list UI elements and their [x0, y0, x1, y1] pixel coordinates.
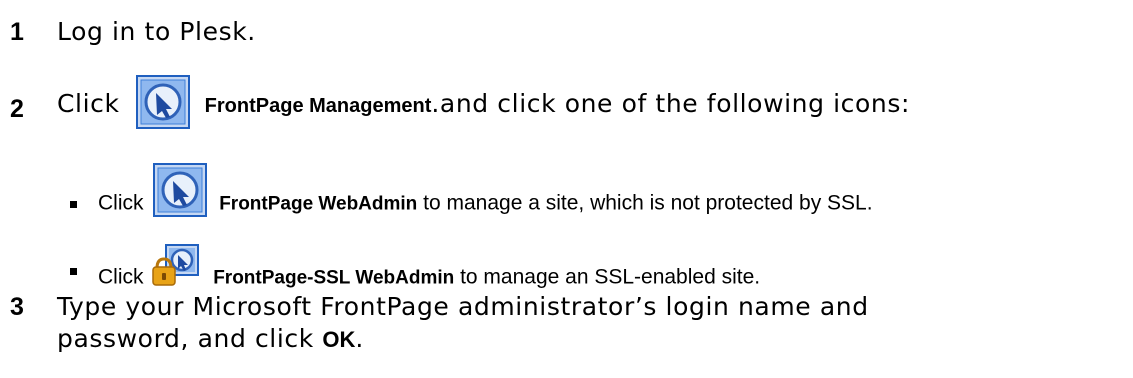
step-2: 2 Click FrontPage Management.and click o…: [0, 75, 1133, 138]
substep-a-suffix: to manage a site, which is not protected…: [417, 191, 873, 215]
step-2-suffix: .and click one of the following icons:: [431, 89, 911, 118]
step-body: Click FrontPage Management.and click one…: [57, 75, 911, 132]
bullet: [70, 268, 77, 275]
step-text-line-1: Type your Microsoft FrontPage administra…: [57, 292, 869, 321]
step-3-line-2-suffix: .: [355, 324, 364, 353]
bullet: [70, 201, 77, 208]
step-3: 3 Type your Microsoft FrontPage administ…: [0, 292, 1133, 362]
step-text-line-2: password, and click OK.: [57, 324, 364, 355]
click-label: Click: [57, 89, 120, 118]
step-number: 1: [10, 18, 24, 46]
click-label: Click: [98, 265, 144, 289]
click-label: Click: [98, 191, 144, 215]
substep-b-suffix: to manage an SSL-enabled site.: [454, 265, 761, 289]
substep-body: Click FrontPage WebAdmin to manage a sit…: [98, 163, 873, 231]
step-3-line-2-prefix: password, and click: [57, 324, 323, 353]
step-number: 2: [10, 95, 24, 123]
substep-webadmin: Click FrontPage WebAdmin to manage a sit…: [0, 163, 1133, 225]
step-number: 3: [10, 293, 24, 321]
ok-label: OK: [322, 327, 356, 352]
frontpage-management-label: FrontPage Management: [204, 95, 432, 117]
frontpage-webadmin-label: FrontPage WebAdmin: [219, 193, 418, 215]
frontpage-webadmin-icon[interactable]: [153, 163, 208, 217]
substep-ssl-webadmin: Click FrontPage-SSL WebAdmin to manage a…: [0, 232, 1133, 289]
frontpage-ssl-webadmin-icon[interactable]: [151, 244, 201, 288]
step-text: Log in to Plesk.: [57, 17, 256, 46]
frontpage-ssl-webadmin-label: FrontPage-SSL WebAdmin: [213, 267, 455, 289]
frontpage-management-icon[interactable]: [136, 75, 191, 129]
